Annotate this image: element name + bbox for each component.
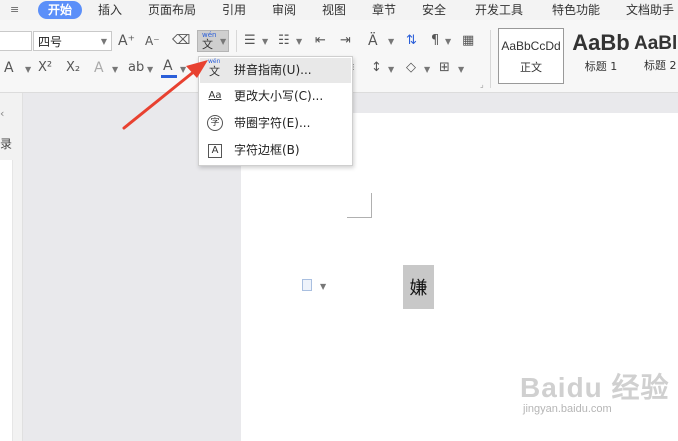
watermark-logo: Baidu 经验 — [520, 372, 670, 403]
watermark-url: jingyan.baidu.com — [523, 403, 612, 415]
